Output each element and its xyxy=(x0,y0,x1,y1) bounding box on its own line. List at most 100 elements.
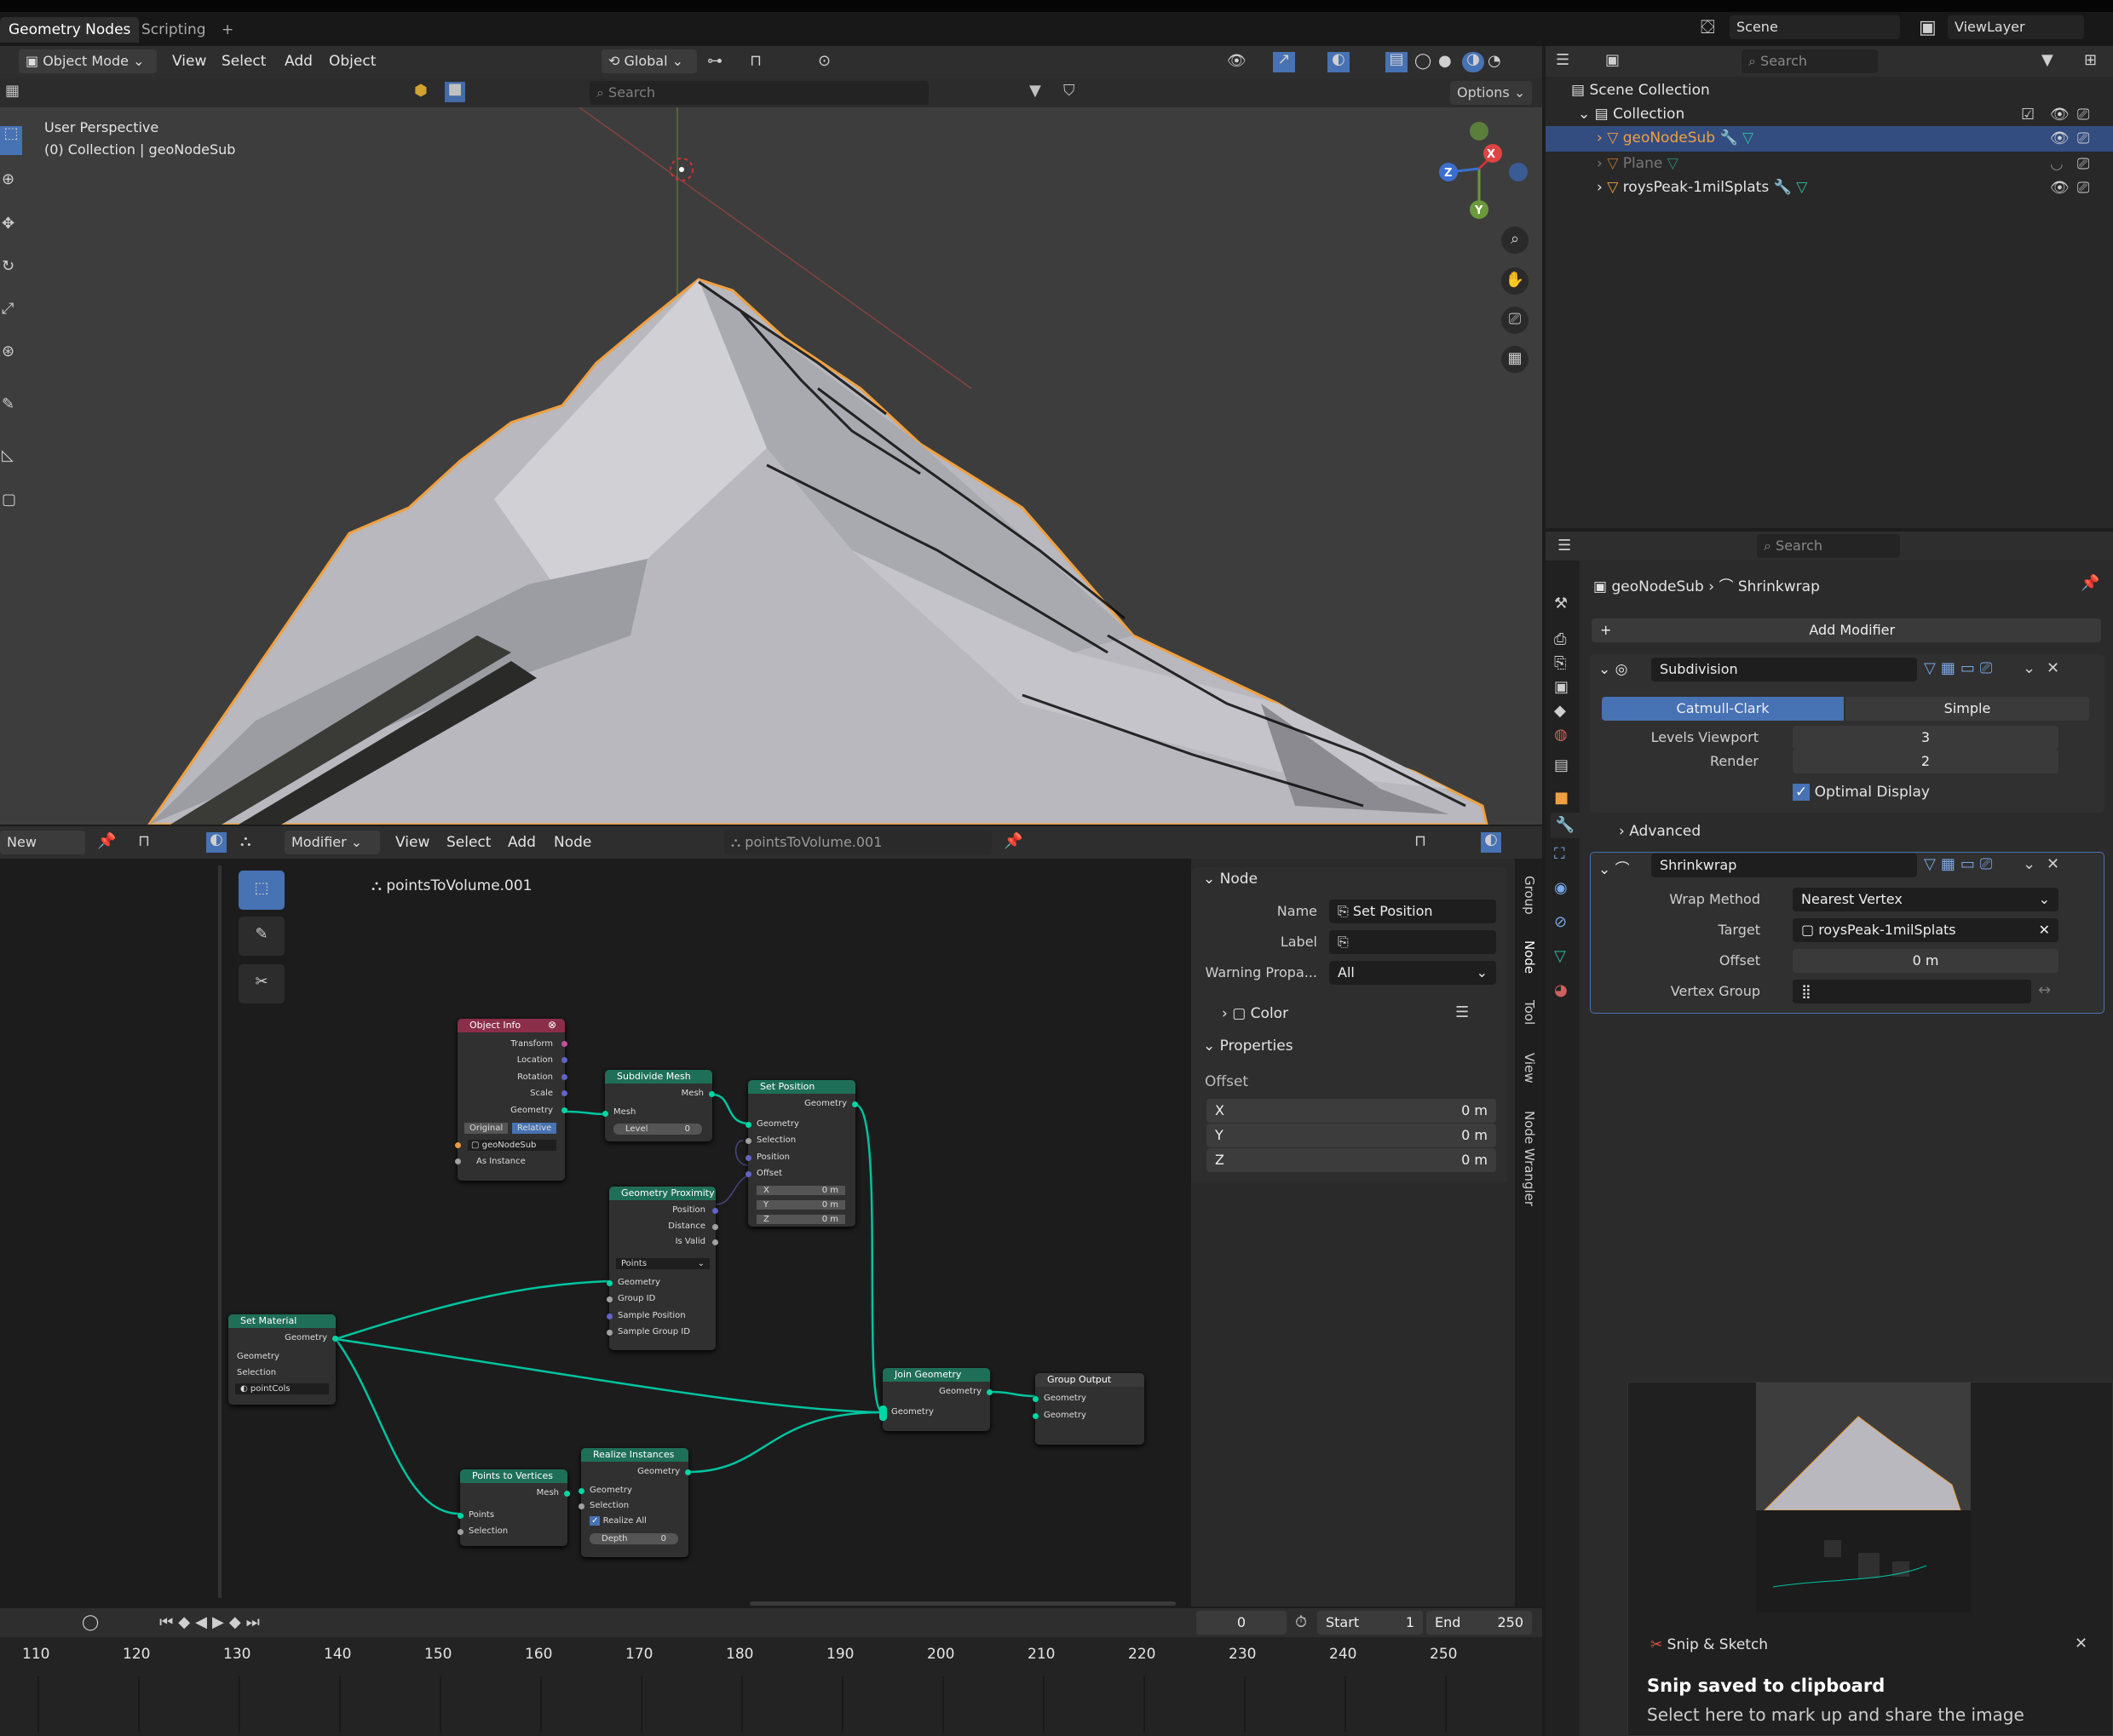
modifier-toggle-icons[interactable]: ▽▦▭⎚ xyxy=(1924,661,1997,676)
close-icon[interactable]: ✕ xyxy=(2047,857,2059,872)
tab-scripting[interactable]: Scripting xyxy=(133,17,215,43)
new-collection-icon[interactable]: ⊞ xyxy=(2084,53,2097,68)
constraints-tab-icon[interactable]: ⊘ xyxy=(1554,915,1567,930)
p2v-out-socket[interactable] xyxy=(564,1491,570,1497)
shrinkwrap-name-field[interactable]: Shrinkwrap xyxy=(1651,854,1917,877)
set-position-geom-socket[interactable] xyxy=(746,1122,751,1128)
object-socket[interactable] xyxy=(455,1142,461,1148)
properties-type-icon[interactable]: ☰ xyxy=(1557,538,1571,554)
end-frame-field[interactable]: End 250 xyxy=(1426,1611,1532,1635)
camera-icon[interactable]: ⎚ xyxy=(2077,181,2089,196)
options-button[interactable]: Options ⌄ xyxy=(1450,81,1532,105)
material-tab-icon[interactable]: ◕ xyxy=(1554,983,1568,998)
add-workspace-button[interactable]: + xyxy=(213,17,242,43)
set-position-out-socket[interactable] xyxy=(852,1101,858,1107)
tool-tab-icon[interactable]: ⚒ xyxy=(1554,596,1568,612)
set-position-off-socket[interactable] xyxy=(746,1171,751,1177)
particles-tab-icon[interactable]: ⛶ xyxy=(1554,847,1565,862)
world-tab-icon[interactable]: ◍ xyxy=(1554,727,1568,743)
p2v-points-socket[interactable] xyxy=(458,1513,463,1519)
collection-tab-icon[interactable]: ▤ xyxy=(1554,758,1569,773)
level-field[interactable]: Level 0 xyxy=(613,1124,702,1135)
object-info-node[interactable]: Object Info ⊗ Transform Location Rotatio… xyxy=(455,1019,567,1181)
add-cube-tool-icon[interactable]: ▢ xyxy=(2,492,16,508)
display-mode-icon[interactable]: ▣ xyxy=(1605,53,1620,68)
xray-icon[interactable]: ▤ xyxy=(1385,52,1408,72)
snap-icon[interactable]: ⊓ xyxy=(750,54,762,69)
node-name-field[interactable]: ⎘ Set Position xyxy=(1329,900,1496,923)
node-menu-node[interactable]: Node xyxy=(554,834,591,851)
mode-selector[interactable]: ▣ Object Mode ⌄ xyxy=(19,49,157,73)
rotate-tool-icon[interactable]: ↻ xyxy=(2,259,14,274)
subdivide-mesh-node[interactable]: Subdivide Mesh Mesh Mesh Level 0 xyxy=(602,1070,715,1141)
solid-shading-icon[interactable]: ● xyxy=(1438,54,1452,69)
chevron-down-icon[interactable]: ⌄ xyxy=(2023,857,2035,872)
catmull-clark-tab[interactable]: Catmull-Clark xyxy=(1602,697,1844,721)
set-position-sel-socket[interactable] xyxy=(746,1138,751,1144)
realize-instances-node[interactable]: Realize Instances Geometry Geometry Sele… xyxy=(579,1448,691,1557)
join-geometry-node[interactable]: Join Geometry Geometry Geometry xyxy=(879,1368,993,1431)
set-material-node[interactable]: Set Material Geometry Geometry Selection… xyxy=(228,1314,338,1405)
vtab-group[interactable]: Group xyxy=(1522,876,1537,915)
vtab-view[interactable]: View xyxy=(1522,1053,1537,1084)
proximity-geom-socket[interactable] xyxy=(607,1280,613,1286)
start-frame-field[interactable]: Start 1 xyxy=(1317,1611,1423,1635)
levels-viewport-field[interactable]: 3 xyxy=(1793,726,2058,750)
overlay-toggle-icon[interactable]: ◐ xyxy=(1327,52,1350,72)
menu-view[interactable]: View xyxy=(172,53,206,70)
sidebar-y-field[interactable]: Y 0 m xyxy=(1206,1124,1496,1147)
menu-add[interactable]: Add xyxy=(285,53,313,70)
offset-field[interactable]: 0 m xyxy=(1793,949,2058,973)
timeline[interactable]: ◯ ⏮◆◀▶◆⏭ 0 ⏱ Start 1 End 250 110 120 130 140 1… xyxy=(0,1608,1542,1736)
proportional-icon[interactable]: ⊙ xyxy=(818,54,831,69)
collection-row[interactable]: ⌄ ▤ Collection xyxy=(1578,106,1684,123)
geometry-out-socket[interactable] xyxy=(561,1107,567,1113)
group-output-socket-2[interactable] xyxy=(1033,1413,1039,1419)
node-panel-header[interactable]: ⌄ Node xyxy=(1203,871,1258,888)
object-tab-icon[interactable]: ■ xyxy=(1554,790,1569,806)
group-output-node[interactable]: Group Output Geometry Geometry xyxy=(1033,1373,1144,1445)
eye-closed-icon[interactable]: ◡ xyxy=(2050,157,2064,172)
points-to-vertices-node[interactable]: Points to Vertices Mesh Points Selection xyxy=(458,1469,570,1546)
offset-y-field[interactable]: Y 0 m xyxy=(757,1200,845,1210)
output-tab-icon[interactable]: ⎘ xyxy=(1554,656,1566,671)
modifier-toggle-icons[interactable]: ▽▦▭⎚ xyxy=(1924,857,1997,872)
tab-geometry-nodes[interactable]: Geometry Nodes xyxy=(0,17,140,43)
cursor-tool-icon[interactable]: ⊕ xyxy=(2,172,14,187)
camera-icon[interactable]: ⎚ xyxy=(1501,307,1529,334)
proximity-mode-select[interactable]: Points ⌄ xyxy=(616,1258,710,1269)
set-position-node[interactable]: Set Position Geometry Geometry Selection… xyxy=(746,1080,858,1227)
warning-select[interactable]: All ⌄ xyxy=(1329,961,1496,985)
overlay-node-icon[interactable]: ◐ xyxy=(206,832,227,853)
shrinkwrap-collapse[interactable]: ⌄ ⌒ xyxy=(1598,857,1630,878)
node-snap-icon[interactable]: ⊓ xyxy=(1414,834,1426,849)
simple-tab[interactable]: Simple xyxy=(1845,697,2089,721)
snap-node-icon[interactable]: ⊓ xyxy=(138,834,150,849)
select-box-icon[interactable]: ▦ xyxy=(5,83,20,99)
scene-collection-row[interactable]: ▤ Scene Collection xyxy=(1571,82,1710,99)
sidebar-z-field[interactable]: Z 0 m xyxy=(1206,1148,1496,1172)
proximity-group-socket[interactable] xyxy=(607,1296,613,1302)
stopwatch-icon[interactable]: ⏱ xyxy=(1295,1615,1307,1630)
depth-field[interactable]: Depth 0 xyxy=(590,1533,678,1544)
realize-geom-socket[interactable] xyxy=(579,1488,584,1494)
proximity-position-socket[interactable] xyxy=(712,1208,718,1214)
snip-toast[interactable]: ✂ Snip & Sketch ✕ Snip saved to clipboar… xyxy=(1627,1382,2113,1736)
gizmo-toggle-icon[interactable]: ↗ xyxy=(1273,52,1295,72)
filter-icon[interactable]: ▼ xyxy=(1029,83,1041,99)
rendered-shading-icon[interactable]: ◔ xyxy=(1488,54,1501,69)
current-frame-field[interactable]: 0 xyxy=(1196,1611,1287,1635)
eye-icon[interactable]: 👁 xyxy=(2050,181,2070,196)
scene-selector[interactable]: Scene xyxy=(1730,15,1900,39)
close-icon[interactable]: ✕ xyxy=(2075,1636,2087,1652)
material-field[interactable]: ◐ pointCols xyxy=(235,1383,329,1394)
close-icon[interactable]: ⊗ xyxy=(548,1020,556,1030)
select-tool-icon[interactable]: ⬚ xyxy=(0,126,22,155)
view-layer-icon[interactable]: ▣ xyxy=(1919,19,1937,37)
render-levels-field[interactable]: 2 xyxy=(1793,750,2058,773)
physics-tab-icon[interactable]: ◉ xyxy=(1554,881,1568,896)
editor-type-selector[interactable]: Modifier ⌄ xyxy=(285,831,380,854)
geometry-proximity-node[interactable]: Geometry Proximity Position Distance Is … xyxy=(607,1187,718,1350)
wireframe-shading-icon[interactable]: ◯ xyxy=(1414,54,1431,69)
record-icon[interactable]: ◯ xyxy=(82,1615,99,1630)
